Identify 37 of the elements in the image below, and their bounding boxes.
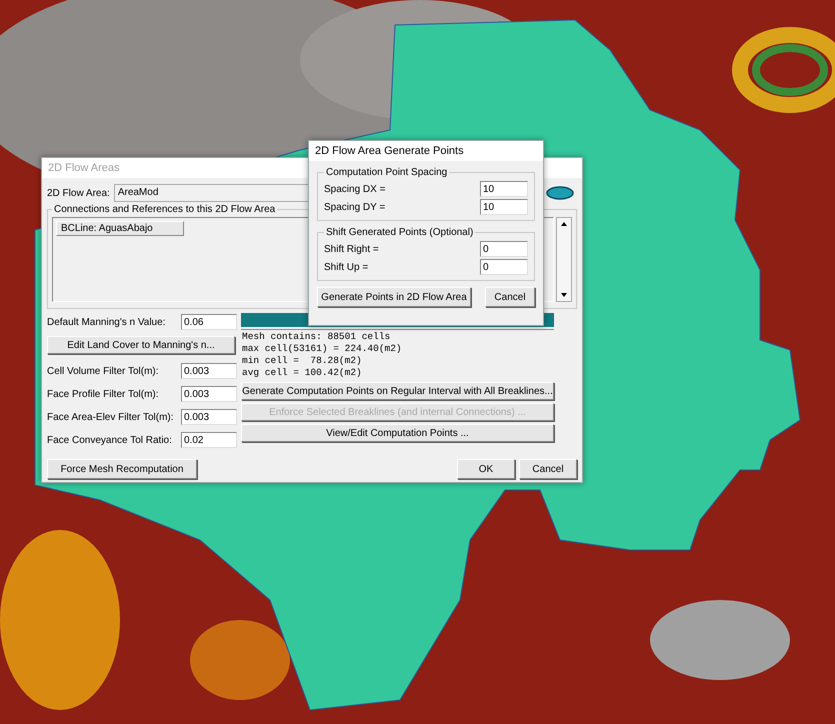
action-button[interactable]: Generate Computation Points on Regular Interval with All Breaklines...	[241, 382, 554, 400]
land-cover-button[interactable]: Edit Land Cover to Manning's n...	[47, 336, 235, 354]
parameter-label: Face Profile Filter Tol(m):	[47, 388, 159, 400]
flow-area-icon[interactable]	[545, 185, 575, 201]
connection-item[interactable]: BCLine: AguasAbajo	[56, 221, 184, 236]
group-label: Shift Generated Points (Optional)	[325, 227, 474, 238]
parameter-field[interactable]: 0.003	[181, 409, 237, 425]
input-field[interactable]: 10	[480, 181, 528, 197]
parameter-label: Face Area-Elev Filter Tol(m):	[47, 412, 174, 422]
input-field[interactable]: 0	[480, 241, 528, 257]
parameter-label: Cell Volume Filter Tol(m):	[47, 366, 159, 376]
action-button[interactable]: View/Edit Computation Points ...	[241, 424, 554, 442]
field-label: Shift Right =	[324, 244, 379, 254]
group-label: Computation Point Spacing	[325, 167, 448, 178]
input-field[interactable]: 10	[480, 199, 528, 215]
parameter-field[interactable]: 0.003	[181, 363, 237, 379]
field-label: Shift Up =	[324, 262, 368, 272]
flow-area-label: 2D Flow Area:	[47, 188, 110, 198]
group-label: Connections and References to this 2D Flow Area	[53, 204, 276, 215]
cancel-button[interactable]: Cancel	[485, 287, 535, 307]
ok-button[interactable]: OK	[457, 459, 515, 479]
generate-points-button[interactable]: Generate Points in 2D Flow Area	[317, 287, 471, 307]
field-label: Spacing DY =	[324, 202, 386, 212]
mesh-summary-line: max cell(53161) = 224.40(m2)	[242, 343, 403, 355]
parameter-label: Default Manning's n Value:	[47, 316, 166, 328]
parameter-field[interactable]: 0.003	[181, 386, 237, 402]
parameter-field[interactable]: 0.06	[181, 314, 237, 330]
mesh-summary-line: min cell = 78.28(m2)	[242, 355, 363, 367]
parameter-label: Face Conveyance Tol Ratio:	[47, 434, 172, 446]
mesh-summary-line: avg cell = 100.42(m2)	[242, 367, 363, 379]
mesh-summary-line: Mesh contains: 88501 cells	[242, 331, 392, 343]
force-recomputation-button[interactable]: Force Mesh Recomputation	[47, 459, 197, 479]
scrollbar[interactable]	[556, 217, 572, 302]
cancel-button[interactable]: Cancel	[519, 459, 577, 479]
window-title: 2D Flow Area Generate Points	[309, 141, 543, 161]
input-field[interactable]: 0	[480, 259, 528, 275]
parameter-field[interactable]: 0.02	[181, 432, 237, 448]
